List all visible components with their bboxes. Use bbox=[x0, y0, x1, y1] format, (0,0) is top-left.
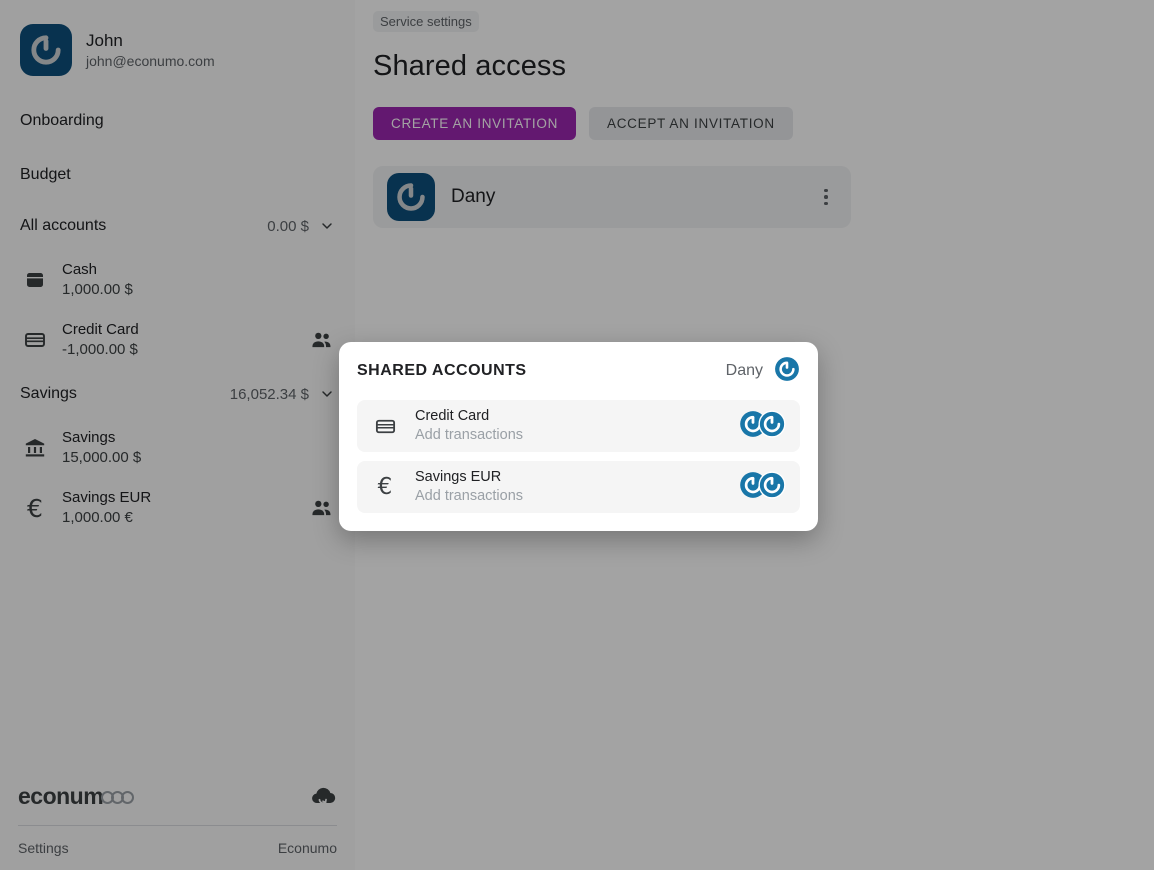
app-root: John john@econumo.com Onboarding Budget … bbox=[0, 0, 1154, 870]
econumo-logo-avatar-icon bbox=[758, 409, 786, 443]
dialog-header: SHARED ACCOUNTS Dany bbox=[357, 342, 800, 400]
shared-account-permission: Add transactions bbox=[415, 427, 524, 443]
credit-card-icon bbox=[371, 412, 399, 440]
shared-account-text: Savings EUR Add transactions bbox=[415, 468, 739, 506]
shared-account-row-credit-card[interactable]: Credit Card Add transactions bbox=[357, 400, 800, 452]
shared-account-permission: Add transactions bbox=[415, 488, 524, 504]
dialog-title: SHARED ACCOUNTS bbox=[357, 362, 527, 379]
shared-account-avatar-stack[interactable] bbox=[739, 470, 786, 504]
dialog-owner-name: Dany bbox=[725, 362, 763, 379]
shared-account-name: Credit Card bbox=[415, 408, 490, 424]
econumo-logo-avatar-icon bbox=[758, 470, 786, 504]
euro-icon: € bbox=[377, 473, 393, 500]
shared-account-row-savings-eur[interactable]: € Savings EUR Add transactions bbox=[357, 461, 800, 513]
shared-account-text: Credit Card Add transactions bbox=[415, 407, 739, 445]
shared-account-avatar-stack[interactable] bbox=[739, 409, 786, 443]
econumo-logo-avatar-icon bbox=[774, 356, 800, 387]
shared-accounts-dialog: SHARED ACCOUNTS Dany Credit Card Add tra… bbox=[339, 342, 818, 531]
shared-account-name: Savings EUR bbox=[415, 469, 502, 485]
